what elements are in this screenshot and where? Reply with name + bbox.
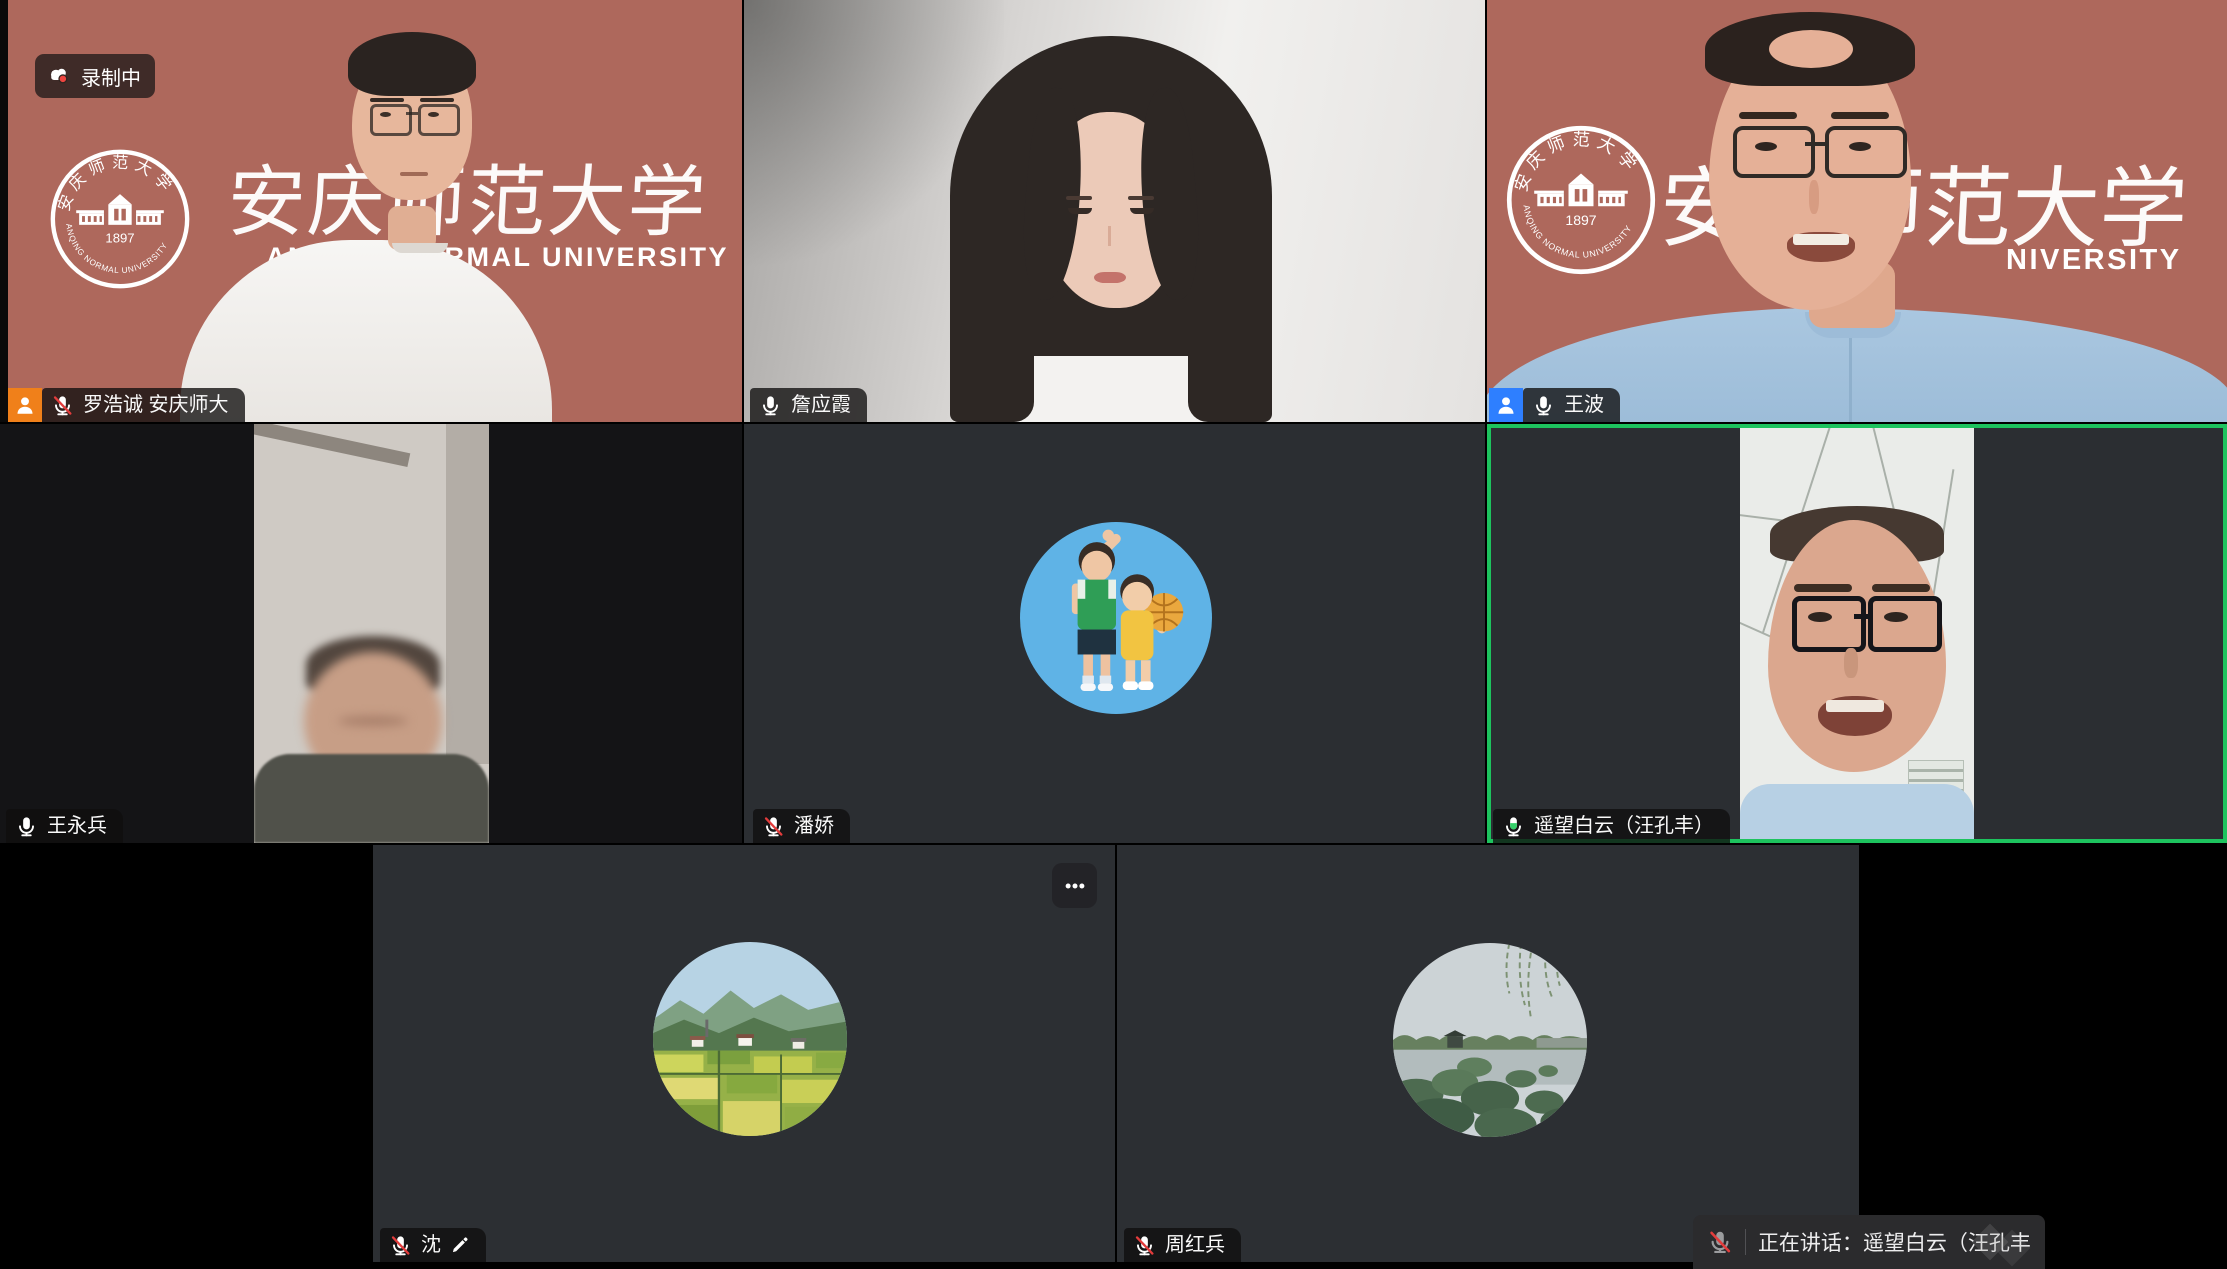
university-seal-logo — [1503, 122, 1659, 278]
meeting-grid: 安庆师范大学 ANQING NORMAL UNIVERSITY 录制中 — [0, 0, 2227, 1269]
participant-name: 罗浩诚 安庆师大 — [83, 388, 229, 422]
video-tile-1[interactable]: 安庆师范大学 ANQING NORMAL UNIVERSITY 录制中 — [0, 0, 742, 422]
avatar — [1393, 943, 1587, 1137]
mic-icon — [1532, 394, 1555, 417]
recording-cloud-icon — [46, 63, 72, 89]
participant-name: 遥望白云（汪孔丰） — [1534, 809, 1714, 843]
rename-pencil-icon[interactable] — [450, 1235, 470, 1255]
watermark-diamonds — [1969, 1225, 2039, 1265]
video-tile-2[interactable]: 詹应霞 — [744, 0, 1485, 422]
video-tile-3[interactable]: 安庆师范大学 NIVERSITY — [1487, 0, 2227, 422]
member-role-icon — [1489, 388, 1523, 422]
person-icon — [14, 394, 36, 416]
glasses — [1733, 126, 1815, 178]
university-name-calligraphy: 安庆师范大学 — [225, 140, 711, 252]
participant-video — [744, 0, 1485, 422]
mic-icon — [1133, 1234, 1156, 1257]
participant-name: 潘娇 — [794, 809, 834, 843]
name-badge: 潘娇 — [753, 809, 850, 843]
person-icon — [1495, 394, 1517, 416]
video-tile-8[interactable]: 周红兵 — [1117, 845, 1859, 1262]
participant-name: 周红兵 — [1165, 1228, 1225, 1262]
mic-icon — [1502, 815, 1525, 838]
participant-video: 安庆师范大学 NIVERSITY — [1487, 0, 2227, 422]
mic-icon — [15, 815, 38, 838]
video-tile-7[interactable]: 沈 — [373, 845, 1115, 1262]
name-badge: 王永兵 — [6, 809, 123, 843]
more-options-button[interactable] — [1052, 863, 1097, 908]
recording-badge[interactable]: 录制中 — [35, 54, 155, 98]
participant-name: 王波 — [1564, 388, 1604, 422]
avatar — [653, 942, 847, 1136]
glasses — [370, 104, 412, 136]
mic-icon — [759, 394, 782, 417]
name-badge: 沈 — [380, 1228, 486, 1262]
name-badge: 遥望白云（汪孔丰） — [1493, 809, 1730, 843]
name-badge: 周红兵 — [1124, 1228, 1241, 1262]
participant-name: 王永兵 — [47, 809, 107, 843]
mic-icon — [51, 394, 74, 417]
participant-video — [1740, 428, 1974, 839]
participant-video — [254, 424, 489, 843]
video-tile-5[interactable]: 潘娇 — [744, 424, 1485, 843]
participant-name: 詹应霞 — [791, 388, 851, 422]
video-tile-4[interactable]: 王永兵 — [0, 424, 742, 843]
recording-label: 录制中 — [81, 62, 141, 91]
glasses — [1792, 596, 1866, 652]
more-dots-icon — [1060, 871, 1090, 901]
university-name-english-partial: NIVERSITY — [2006, 244, 2182, 277]
video-tile-6[interactable]: 遥望白云（汪孔丰） — [1487, 424, 2227, 843]
mic-icon — [762, 815, 785, 838]
name-badge: 罗浩诚 安庆师大 — [42, 388, 245, 422]
speaking-label: 正在讲话： — [1758, 1232, 1863, 1255]
avatar — [1020, 522, 1212, 714]
name-badge: 詹应霞 — [750, 388, 867, 422]
toast-divider — [1745, 1229, 1746, 1255]
host-role-icon — [8, 388, 42, 422]
name-badge: 王波 — [1523, 388, 1620, 422]
university-seal-logo — [47, 146, 193, 292]
speaking-toast: 正在讲话：遥望白云（汪孔丰... — [1693, 1215, 2045, 1269]
participant-name: 沈 — [421, 1228, 441, 1262]
toast-mic-icon — [1707, 1229, 1733, 1255]
mic-icon — [389, 1234, 412, 1257]
